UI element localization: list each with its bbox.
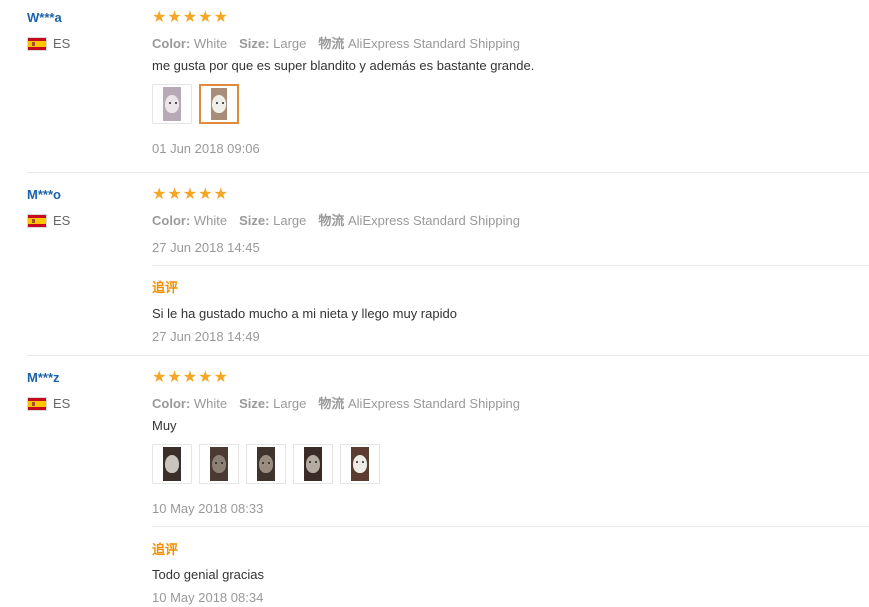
reviewer-name[interactable]: W***a bbox=[27, 10, 62, 26]
order-info: Color: White Size: Large 物流 AliExpress Sta… bbox=[152, 393, 520, 412]
review-text: me gusta por que es super blandito y ade… bbox=[152, 58, 535, 73]
review-photo-thumbnail[interactable] bbox=[152, 84, 192, 124]
star-icon: ★ bbox=[182, 186, 198, 203]
shipping-label: 物流 bbox=[318, 36, 345, 51]
review-photo-thumbnail[interactable] bbox=[293, 444, 333, 484]
review-photos bbox=[152, 444, 387, 484]
review-divider bbox=[27, 172, 869, 173]
shipping-value: AliExpress Standard Shipping bbox=[348, 213, 520, 228]
review-photos bbox=[152, 84, 246, 124]
review-photo-thumbnail[interactable] bbox=[340, 444, 380, 484]
size-label: Size: bbox=[239, 213, 270, 228]
shipping-label: 物流 bbox=[318, 213, 345, 228]
size-value: Large bbox=[273, 213, 307, 228]
color-label: Color: bbox=[152, 36, 191, 51]
star-icon: ★ bbox=[198, 9, 213, 26]
order-info: Color: White Size: Large 物流 AliExpress Sta… bbox=[152, 210, 520, 229]
size-value: Large bbox=[273, 396, 307, 411]
spain-flag-icon bbox=[27, 213, 47, 228]
review-date: 01 Jun 2018 09:06 bbox=[152, 141, 260, 156]
review-date: 27 Jun 2018 14:45 bbox=[152, 240, 260, 255]
shipping-value: AliExpress Standard Shipping bbox=[348, 36, 520, 51]
country-code: ES bbox=[53, 36, 71, 51]
reviewer-name[interactable]: M***o bbox=[27, 187, 61, 203]
review-text: Muy bbox=[152, 418, 177, 433]
review-photo-thumbnail[interactable] bbox=[152, 444, 192, 484]
followup-date: 10 May 2018 08:34 bbox=[152, 590, 264, 605]
followup-divider bbox=[152, 265, 869, 266]
star-rating: ★ ★ ★ ★ ★ bbox=[152, 186, 229, 203]
country-code: ES bbox=[53, 213, 71, 228]
star-rating: ★ ★ ★ ★ ★ bbox=[152, 9, 229, 26]
star-icon: ★ bbox=[213, 186, 228, 203]
review-photo-thumbnail[interactable] bbox=[246, 444, 286, 484]
star-icon: ★ bbox=[167, 186, 182, 203]
followup-label: 追评 bbox=[152, 542, 179, 557]
review-date: 10 May 2018 08:33 bbox=[152, 501, 264, 516]
reviewer-name[interactable]: M***z bbox=[27, 370, 60, 386]
spain-flag-icon bbox=[27, 396, 47, 411]
star-icon: ★ bbox=[152, 369, 167, 386]
star-icon: ★ bbox=[152, 9, 167, 26]
shipping-label: 物流 bbox=[318, 396, 345, 411]
star-icon: ★ bbox=[152, 186, 167, 203]
reviewer-info: W***a ES bbox=[27, 10, 70, 51]
color-value: White bbox=[193, 396, 228, 411]
reviewer-info: M***z ES bbox=[27, 370, 70, 411]
star-icon: ★ bbox=[182, 369, 198, 386]
size-label: Size: bbox=[239, 396, 270, 411]
star-rating: ★ ★ ★ ★ ★ bbox=[152, 369, 229, 386]
star-icon: ★ bbox=[182, 9, 198, 26]
reviewer-country: ES bbox=[27, 36, 70, 51]
color-label: Color: bbox=[152, 396, 191, 411]
color-value: White bbox=[193, 213, 228, 228]
star-icon: ★ bbox=[213, 9, 228, 26]
star-icon: ★ bbox=[167, 369, 182, 386]
reviewer-country: ES bbox=[27, 213, 70, 228]
review-divider bbox=[27, 355, 869, 356]
star-icon: ★ bbox=[198, 186, 213, 203]
followup-text: Todo genial gracias bbox=[152, 567, 265, 582]
color-value: White bbox=[193, 36, 228, 51]
country-code: ES bbox=[53, 396, 71, 411]
spain-flag-icon bbox=[27, 36, 47, 51]
star-icon: ★ bbox=[198, 369, 213, 386]
review-photo-thumbnail[interactable] bbox=[199, 84, 239, 124]
color-label: Color: bbox=[152, 213, 191, 228]
size-label: Size: bbox=[239, 36, 270, 51]
followup-date: 27 Jun 2018 14:49 bbox=[152, 329, 260, 344]
followup-text: Si le ha gustado mucho a mi nieta y lleg… bbox=[152, 306, 457, 321]
star-icon: ★ bbox=[167, 9, 182, 26]
order-info: Color: White Size: Large 物流 AliExpress Sta… bbox=[152, 33, 520, 52]
shipping-value: AliExpress Standard Shipping bbox=[348, 396, 520, 411]
followup-label: 追评 bbox=[152, 280, 179, 295]
reviewer-info: M***o ES bbox=[27, 187, 70, 228]
followup-divider bbox=[152, 526, 869, 527]
review-photo-thumbnail[interactable] bbox=[199, 444, 239, 484]
size-value: Large bbox=[273, 36, 307, 51]
star-icon: ★ bbox=[213, 369, 228, 386]
reviewer-country: ES bbox=[27, 396, 70, 411]
